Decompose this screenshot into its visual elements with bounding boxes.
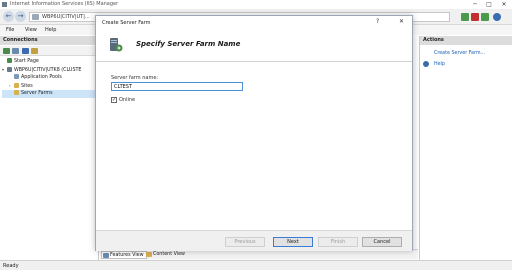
help-link[interactable]: Help xyxy=(434,62,445,67)
server-farms-icon xyxy=(14,90,19,95)
tree-item-label: WBP6U|CITIV|UTK8 (CLUSTE xyxy=(14,68,82,73)
menu-help[interactable]: Help xyxy=(45,27,56,33)
stop-icon[interactable] xyxy=(471,13,479,21)
refresh-tree-icon[interactable] xyxy=(22,48,29,54)
finish-button[interactable]: Finish xyxy=(318,237,358,247)
sites-icon[interactable] xyxy=(31,48,38,54)
tree-item-server[interactable]: ▾ WBP6U|CITIV|UTK8 (CLUSTE xyxy=(2,66,98,74)
connect-icon[interactable] xyxy=(3,48,10,54)
window-title-bar: Internet Information Services (IIS) Mana… xyxy=(0,0,512,9)
tab-features-view[interactable]: Features View xyxy=(101,251,147,259)
server-farm-icon xyxy=(107,37,123,53)
tree-item-label: Start Page xyxy=(14,59,39,64)
dialog-close-button[interactable]: ✕ xyxy=(399,18,404,25)
sites-folder-icon xyxy=(14,83,19,88)
address-path: WBP6U|CITIV|UT|... xyxy=(42,14,90,20)
create-server-farm-link[interactable]: Create Server Farm... xyxy=(434,51,485,56)
iis-app-icon xyxy=(2,2,7,7)
dialog-heading: Specify Server Farm Name xyxy=(136,40,241,48)
content-view-icon xyxy=(146,252,152,257)
tab-content-view-label: Content View xyxy=(153,252,185,257)
back-arrow-icon[interactable]: ← xyxy=(3,11,14,22)
online-checkbox[interactable]: ✓ xyxy=(111,97,117,103)
menu-file[interactable]: File xyxy=(6,27,14,33)
connections-header: Connections xyxy=(0,36,99,45)
tree-item-server-farms[interactable]: Server Farms xyxy=(2,90,98,98)
connections-toolbar xyxy=(0,46,99,56)
connections-tree: Start Page ▾ WBP6U|CITIV|UTK8 (CLUSTE App… xyxy=(2,58,98,98)
help-circle-icon xyxy=(423,61,429,67)
window-title: Internet Information Services (IIS) Mana… xyxy=(10,1,119,7)
save-icon[interactable] xyxy=(12,48,19,54)
connections-panel: Connections Start Page ▾ WBP6U|CITIV|UTK8… xyxy=(0,36,99,260)
cancel-button[interactable]: Cancel xyxy=(362,237,402,247)
actions-panel: Actions Create Server Farm... Help xyxy=(419,36,512,260)
server-farm-name-input[interactable]: CLTEST xyxy=(111,82,243,91)
tree-item-start-page[interactable]: Start Page xyxy=(2,58,98,66)
app-pools-icon xyxy=(14,74,19,79)
maximize-button[interactable]: □ xyxy=(484,0,494,9)
menu-view[interactable]: View xyxy=(25,27,37,33)
refresh-icon[interactable] xyxy=(461,13,469,21)
forward-arrow-icon[interactable]: → xyxy=(15,11,26,22)
tree-item-application-pools[interactable]: Application Pools xyxy=(2,74,98,82)
tree-item-sites[interactable]: › Sites xyxy=(2,82,98,90)
tree-item-label: Sites xyxy=(21,84,33,89)
tree-item-label: Server Farms xyxy=(21,91,53,96)
online-checkbox-label: Online xyxy=(119,97,136,103)
minimize-button[interactable]: ─ xyxy=(470,0,480,9)
close-window-button[interactable]: ✕ xyxy=(499,0,509,9)
dialog-title: Create Server Farm xyxy=(102,20,151,26)
server-farm-name-value: CLTEST xyxy=(114,84,133,90)
status-bar: Ready xyxy=(0,260,512,270)
header-divider xyxy=(96,61,412,62)
create-server-farm-dialog: Create Server Farm ? ✕ Specify Server Fa… xyxy=(95,15,413,251)
previous-button[interactable]: Previous xyxy=(225,237,265,247)
server-farm-name-label: Server farm name: xyxy=(111,75,159,81)
features-view-icon xyxy=(103,253,109,258)
computer-icon xyxy=(32,14,39,20)
dialog-help-button[interactable]: ? xyxy=(376,18,379,25)
start-page-icon xyxy=(7,58,12,63)
tab-features-view-label: Features View xyxy=(110,253,144,258)
tab-content-view[interactable]: Content View xyxy=(145,251,187,259)
help-icon[interactable] xyxy=(493,13,501,21)
actions-header: Actions xyxy=(420,36,512,45)
tree-item-label: Application Pools xyxy=(21,75,62,80)
next-button[interactable]: Next xyxy=(273,237,313,247)
status-text: Ready xyxy=(3,263,19,269)
server-icon xyxy=(7,67,12,72)
dialog-footer: Previous Next Finish Cancel xyxy=(96,230,412,251)
home-icon[interactable] xyxy=(481,13,489,21)
